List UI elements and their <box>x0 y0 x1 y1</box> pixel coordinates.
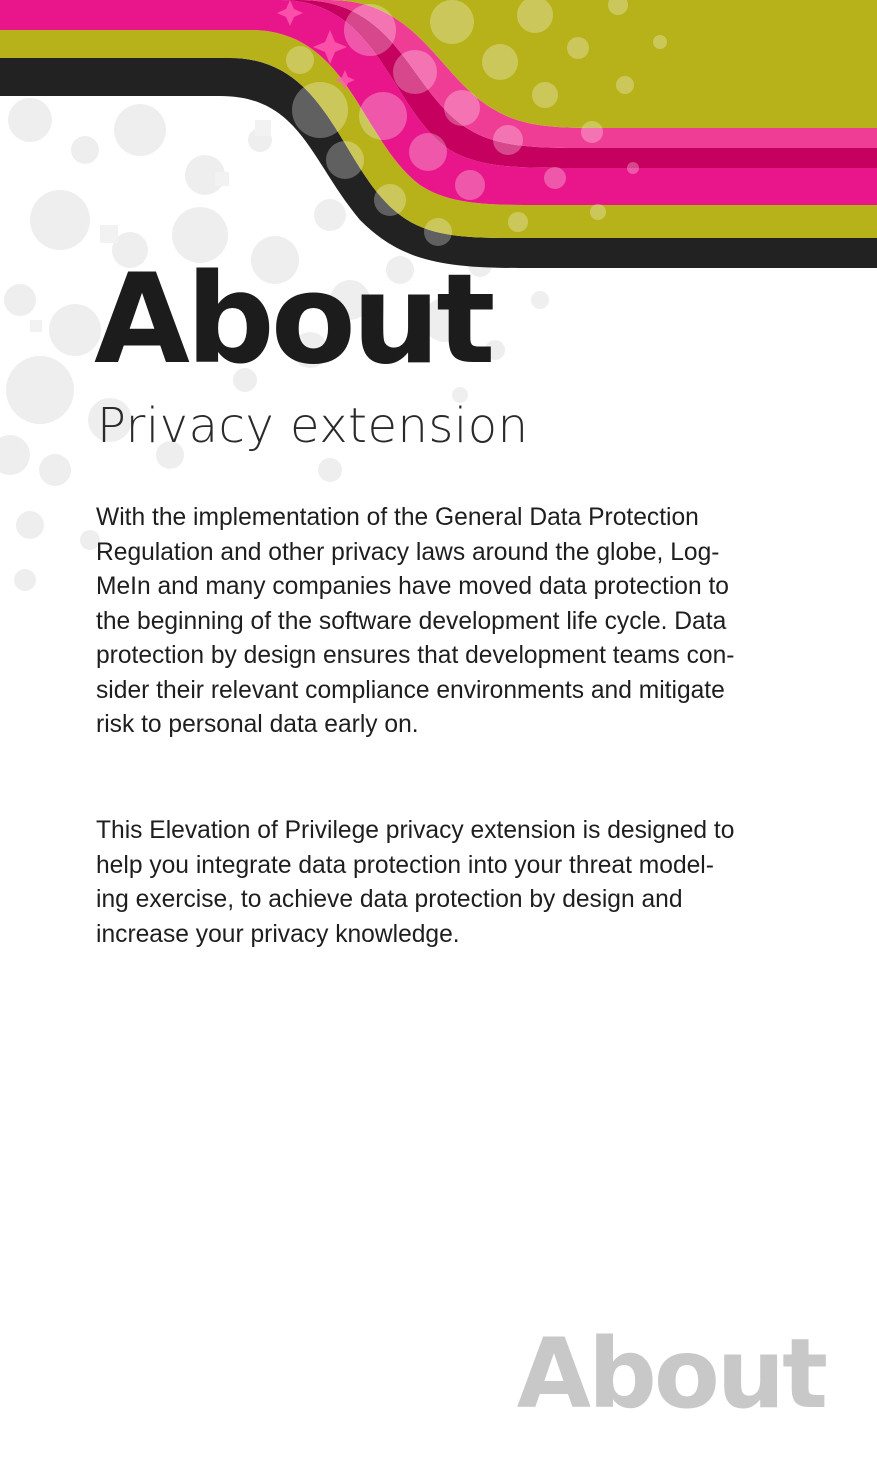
footer-section-label: About <box>516 1318 828 1430</box>
page-subtitle: Privacy extension <box>97 398 529 454</box>
page-title: About <box>94 248 495 392</box>
intro-paragraph: With the implementation of the General D… <box>96 504 735 738</box>
extension-paragraph: This Elevation of Privilege privacy exte… <box>96 817 735 948</box>
about-card: About Privacy extension With the impleme… <box>0 0 877 1468</box>
